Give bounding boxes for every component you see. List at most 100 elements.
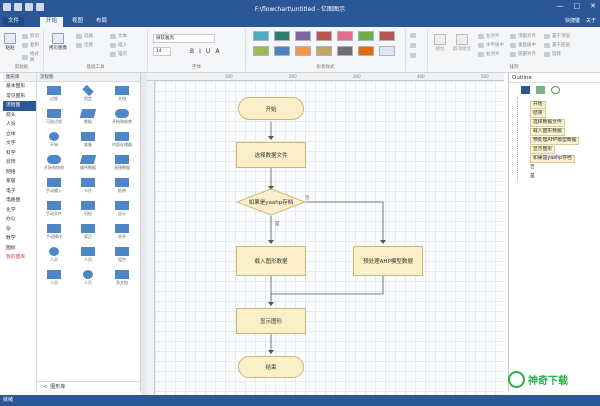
shape-tile[interactable]: 合并 <box>105 224 139 244</box>
shape-tile[interactable]: 人员 <box>71 270 105 290</box>
shape-tile[interactable]: 判定 <box>71 84 105 106</box>
category-item[interactable]: 常见图形 <box>3 92 36 102</box>
tab-view[interactable]: 视图 <box>66 17 89 27</box>
category-item[interactable]: 电子 <box>3 187 36 197</box>
file-menu-button[interactable]: 文件 <box>3 17 25 26</box>
copy-image-button[interactable]: 拷贝图像 <box>48 33 68 51</box>
line-button[interactable] <box>410 43 416 48</box>
minimize-button[interactable]: — <box>557 2 564 10</box>
fill-button[interactable] <box>410 33 416 38</box>
anchor-button[interactable]: 锚点 <box>110 51 127 57</box>
start-node[interactable]: 开始 <box>238 97 304 120</box>
close-button[interactable]: ✕ <box>590 2 596 10</box>
outline-item[interactable]: 否 <box>526 163 600 172</box>
shape-tile[interactable]: 卡片 <box>71 178 105 198</box>
shape-tile[interactable]: 组合 <box>105 247 139 267</box>
shape-tile[interactable]: 多文档 <box>105 270 139 290</box>
outline-item[interactable]: 结束 <box>526 109 600 118</box>
style-swatch[interactable] <box>253 31 269 41</box>
end-node[interactable]: 结束 <box>238 356 304 378</box>
category-item[interactable]: 图标 <box>3 244 36 254</box>
category-item[interactable]: 网络 <box>3 168 36 178</box>
align-right-button[interactable]: 右对齐 <box>478 51 500 57</box>
category-item[interactable]: 办公 <box>3 215 36 225</box>
align-middle-button[interactable]: 垂直居中 <box>510 42 536 48</box>
shape-tile[interactable]: 人员 <box>37 247 71 267</box>
shape-tile[interactable]: 离页 <box>71 224 105 244</box>
style-swatch[interactable] <box>316 31 332 41</box>
copy-button[interactable]: 复制 <box>22 42 39 48</box>
shape-tile[interactable]: 过程 <box>37 86 71 106</box>
outline-item[interactable]: 载入图形数据 <box>526 127 600 136</box>
outline-item[interactable]: 选择数据文件 <box>526 118 600 127</box>
style-swatch[interactable] <box>337 46 353 56</box>
outline-item[interactable]: 如果是yaahp存档 <box>526 154 600 163</box>
cut-button[interactable]: 剪切 <box>22 33 39 39</box>
align-center-button[interactable]: 水平居中 <box>478 42 504 48</box>
align-top-button[interactable]: 顶部对齐 <box>510 33 536 39</box>
tab-home[interactable]: 开始 <box>40 17 64 27</box>
drawing-canvas[interactable]: 开始 选择数据文件 如果是yaahp存档 否 是 载入图形数据 预处理AHP模型… <box>155 81 504 395</box>
shape-tile[interactable]: 内部存储器 <box>105 132 139 152</box>
maximize-button[interactable]: □ <box>574 2 581 10</box>
category-item[interactable]: 杂 <box>3 225 36 235</box>
style-swatch[interactable] <box>379 31 395 41</box>
select-button[interactable]: 选择 <box>76 33 93 39</box>
shape-tile[interactable]: 顺序数据 <box>71 155 105 175</box>
align-bottom-button[interactable]: 底部对齐 <box>510 51 536 57</box>
preprocess-node[interactable]: 预处理AHP模型数据 <box>353 246 423 276</box>
shape-tile[interactable]: 手动文件 <box>37 201 71 221</box>
connect-button[interactable]: 连接 <box>76 42 93 48</box>
insert-button[interactable]: 插入 <box>110 42 127 48</box>
library-footer[interactable]: < 图形库 <box>37 381 141 391</box>
shape-tile[interactable]: 显示 <box>105 201 139 221</box>
shape-tile[interactable]: 人员 <box>37 270 71 290</box>
outline-tree-icon[interactable] <box>536 86 545 94</box>
italic-button[interactable]: I <box>199 48 201 55</box>
shape-tile[interactable]: 文档 <box>105 86 139 106</box>
bring-front-button[interactable]: 置于顶层 <box>544 33 570 39</box>
category-item[interactable]: 基本图形 <box>3 82 36 92</box>
shape-tile[interactable]: 人员 <box>71 247 105 267</box>
outline-item[interactable]: 是 <box>526 172 600 181</box>
decision-node[interactable]: 如果是yaahp存档 <box>236 188 306 216</box>
shape-tile[interactable]: 开始和结束 <box>37 155 71 175</box>
shape-tile[interactable]: 纸带 <box>105 178 139 198</box>
category-item[interactable]: 立体 <box>3 130 36 140</box>
outline-item[interactable]: 显示图形 <box>526 145 600 154</box>
category-item[interactable]: 箭头 <box>3 111 36 121</box>
select-file-node[interactable]: 选择数据文件 <box>236 142 306 168</box>
shape-tile[interactable]: 开始和结束 <box>105 109 139 129</box>
group-button[interactable]: 组合 <box>432 34 448 52</box>
style-swatch[interactable] <box>295 46 311 56</box>
font-name-select[interactable]: 微软雅黑 <box>153 34 215 43</box>
bold-button[interactable]: B <box>190 48 194 55</box>
font-size-select[interactable]: 14 <box>153 47 171 56</box>
align-left-button[interactable]: 左对齐 <box>478 33 500 39</box>
load-data-node[interactable]: 载入图形数据 <box>236 246 306 276</box>
rotate-button[interactable]: 旋转 <box>544 51 561 57</box>
outline-item[interactable]: 开始 <box>526 100 600 109</box>
shadow-button[interactable] <box>410 53 416 58</box>
category-item[interactable]: 科学 <box>3 149 36 159</box>
send-back-button[interactable]: 置于底层 <box>544 42 570 48</box>
text-button[interactable]: 文本 <box>110 33 127 39</box>
style-swatch[interactable] <box>358 46 374 56</box>
paste-button[interactable]: 粘贴 <box>3 33 17 51</box>
shape-tile[interactable]: 数据 <box>71 109 105 129</box>
ungroup-button[interactable]: 取消组合 <box>452 34 472 52</box>
category-item[interactable]: 化学 <box>3 206 36 216</box>
outline-view-icon[interactable] <box>521 86 530 94</box>
style-swatch[interactable] <box>358 31 374 41</box>
category-item[interactable]: 电路图 <box>3 196 36 206</box>
underline-button[interactable]: U <box>206 48 210 55</box>
shortcut-link[interactable]: 快捷键 <box>565 17 580 26</box>
category-item[interactable]: 人员 <box>3 120 36 130</box>
shape-tile[interactable]: 手动输入 <box>37 178 71 198</box>
refresh-icon[interactable] <box>551 86 560 94</box>
shape-tile[interactable]: 可选过程 <box>37 109 71 129</box>
shape-tile[interactable]: 准备 <box>71 132 105 152</box>
category-item[interactable]: 我的图库 <box>3 253 36 263</box>
shape-tile[interactable]: 归档 <box>71 201 105 221</box>
shape-tile[interactable]: 手动操作 <box>37 224 71 244</box>
